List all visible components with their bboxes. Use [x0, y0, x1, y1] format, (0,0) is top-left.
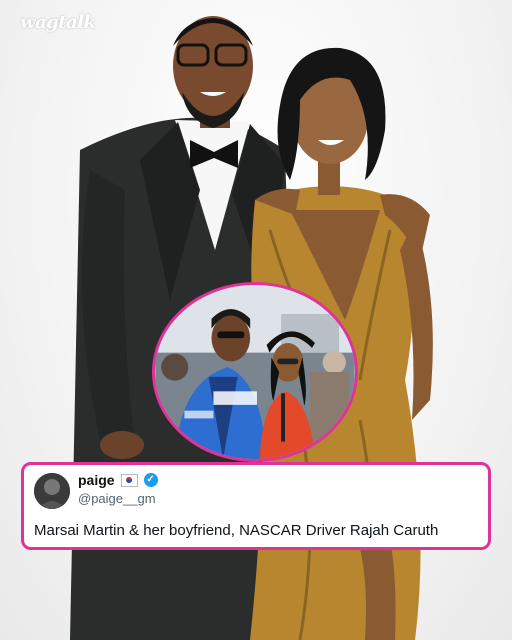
tweet-text: Marsai Martin & her boyfriend, NASCAR Dr… — [34, 522, 439, 539]
inset-photo — [152, 282, 358, 462]
display-name[interactable]: paige — [78, 472, 115, 488]
post-image: wagtalk paige ✓ @paige__gm Marsai Martin… — [0, 0, 512, 640]
avatar[interactable] — [34, 473, 70, 509]
tweet-card[interactable]: paige ✓ @paige__gm Marsai Martin & her b… — [21, 462, 491, 550]
verified-badge-icon: ✓ — [143, 473, 158, 487]
tweet-author[interactable]: paige ✓ — [78, 472, 158, 488]
brand-logo: wagtalk — [20, 12, 96, 33]
south-korea-flag-icon — [120, 473, 138, 487]
tweet-handle[interactable]: @paige__gm — [78, 491, 156, 506]
